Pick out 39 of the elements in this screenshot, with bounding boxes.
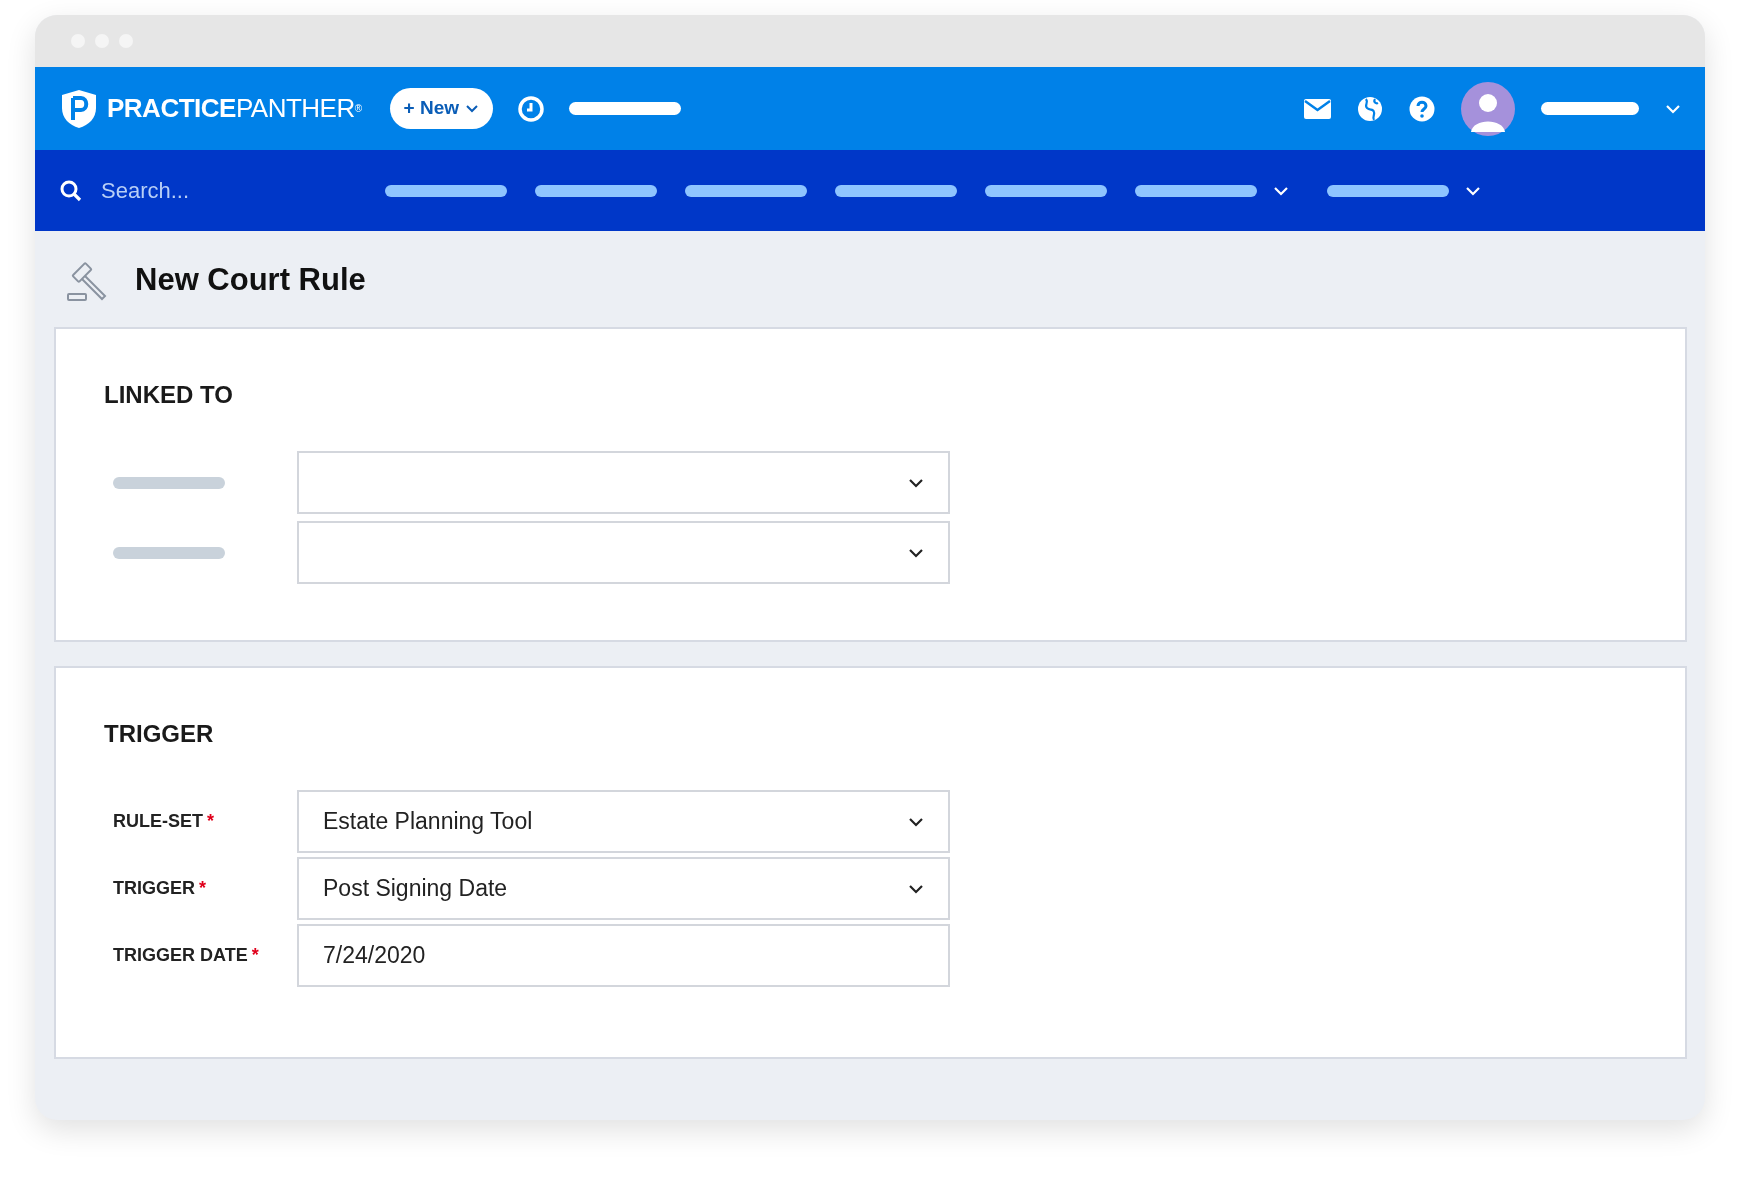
nav-link-placeholder-bar[interactable] <box>1135 184 1257 197</box>
select-field[interactable] <box>297 451 950 514</box>
select-field[interactable] <box>297 521 950 584</box>
chevron-down-icon[interactable] <box>1465 185 1481 196</box>
required-asterisk: * <box>207 810 214 833</box>
nav-link-placeholder-bar[interactable] <box>1327 184 1449 197</box>
chevron-down-icon <box>908 477 924 488</box>
section-title: TRIGGER <box>104 719 215 749</box>
help-icon[interactable] <box>1409 95 1435 122</box>
mail-icon[interactable] <box>1304 98 1331 119</box>
clock-icon[interactable] <box>517 94 546 123</box>
search-field[interactable]: Search... <box>99 173 339 208</box>
select-field[interactable]: Estate Planning Tool <box>297 790 950 853</box>
required-asterisk: * <box>251 944 259 967</box>
chevron-down-icon <box>908 547 924 558</box>
globe-icon[interactable] <box>1357 95 1383 122</box>
nav-link-placeholder-bar[interactable] <box>835 184 957 197</box>
chevron-down-icon <box>908 816 924 827</box>
nav-link-placeholder-bar[interactable] <box>985 184 1107 197</box>
avatar-icon[interactable] <box>1461 81 1515 136</box>
page-title: New Court Rule <box>135 261 366 299</box>
search-icon <box>59 178 83 203</box>
new-button[interactable]: + New <box>389 88 494 129</box>
chevron-down-icon[interactable] <box>1273 185 1289 196</box>
nav-link-placeholder-bar[interactable] <box>385 184 507 197</box>
field-label: RULE-SET <box>113 810 203 833</box>
select-field[interactable]: Post Signing Date <box>297 857 950 920</box>
field-label: TRIGGER DATE <box>113 944 248 967</box>
date-field[interactable]: 7/24/2020 <box>297 924 950 987</box>
nav-link-placeholder-bar[interactable] <box>535 184 657 197</box>
field-label: TRIGGER <box>113 877 195 900</box>
section-title: LINKED TO <box>104 380 234 410</box>
chevron-down-icon <box>908 883 924 894</box>
chevron-down-icon[interactable] <box>1665 103 1681 114</box>
nav-link-placeholder-bar[interactable] <box>685 184 807 197</box>
brand-wordmark: PRACTICEPANTHER$^{®}$ <box>107 92 362 125</box>
shield-logo-icon <box>59 87 99 130</box>
chevron-down-icon <box>465 104 480 113</box>
required-asterisk: * <box>199 877 207 900</box>
